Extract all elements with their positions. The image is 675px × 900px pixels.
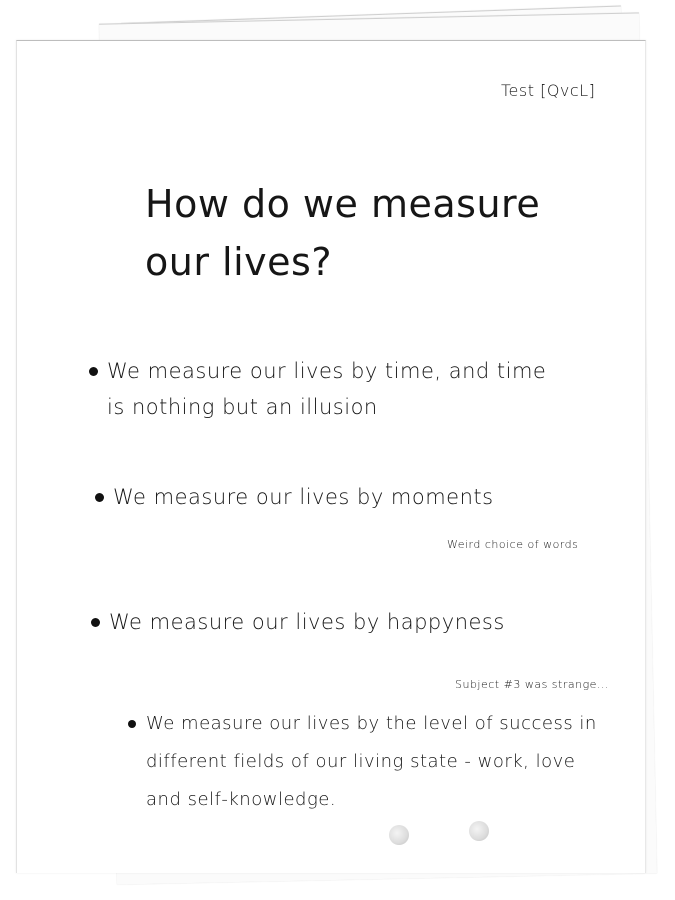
sub-bullet-item: We measure our lives by the level of suc… [128, 705, 616, 819]
margin-note: Subject #3 was strange... [455, 678, 609, 691]
bullet-text: We measure our lives by happyness [109, 610, 505, 634]
bullet-item: We measure our lives by time, and time i… [89, 353, 567, 425]
bullet-dot-icon [128, 720, 136, 728]
bullet-item: We measure our lives by moments [95, 479, 573, 515]
page-title: How do we measure our lives? [145, 182, 541, 284]
punch-hole [469, 821, 489, 841]
bullet-text: We measure our lives by the level of suc… [146, 713, 597, 810]
bullet-text: We measure our lives by time, and time i… [107, 359, 547, 419]
bullet-text: We measure our lives by moments [113, 485, 494, 509]
paper-page: Test [QvcL] How do we measure our lives?… [16, 40, 646, 873]
bullet-item: We measure our lives by happyness [91, 604, 569, 640]
margin-note: Weird choice of words [447, 538, 579, 551]
punch-hole [389, 825, 409, 845]
bullet-dot-icon [89, 367, 98, 376]
bullet-dot-icon [91, 618, 100, 627]
test-label: Test [QvcL] [501, 81, 596, 100]
bullet-dot-icon [95, 493, 104, 502]
